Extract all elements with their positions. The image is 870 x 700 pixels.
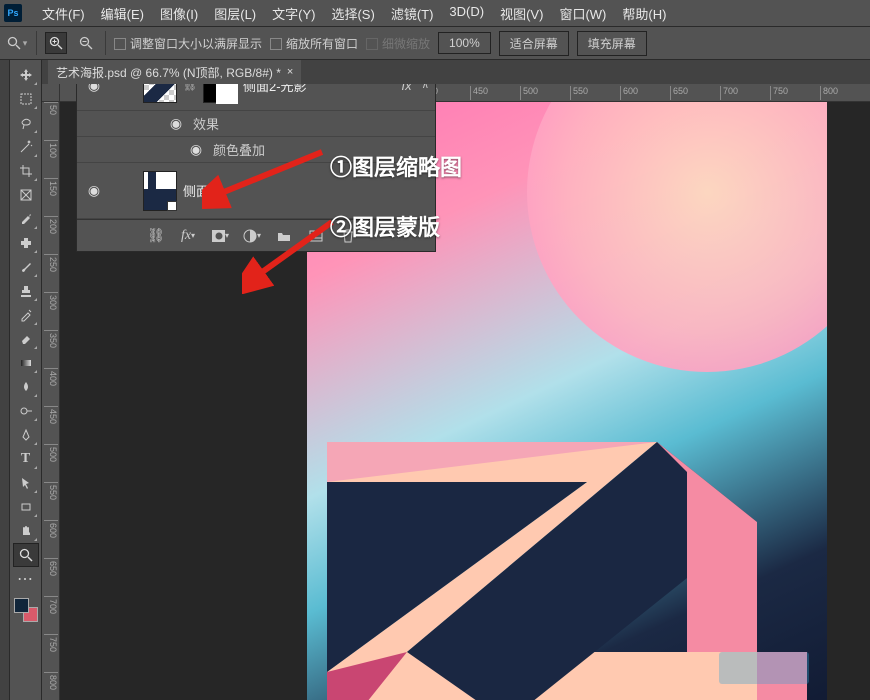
blur-tool[interactable] — [14, 376, 38, 398]
eyedropper-tool[interactable] — [14, 208, 38, 230]
document-tab[interactable]: 艺术海报.psd @ 66.7% (N顶部, RGB/8#) * × — [48, 60, 301, 85]
visibility-toggle-icon[interactable]: ◉ — [167, 115, 185, 132]
menu-help[interactable]: 帮助(H) — [614, 0, 674, 27]
side-gutter — [0, 60, 10, 700]
edit-toolbar[interactable]: ⋯ — [14, 568, 38, 590]
annotation-2: ②图层蒙版 — [330, 210, 440, 242]
options-bar: ▾ 调整窗口大小以满屏显示 缩放所有窗口 细微缩放 100% 适合屏幕 填充屏幕 — [0, 26, 870, 60]
fill-screen-button[interactable]: 填充屏幕 — [577, 31, 647, 56]
zoom-all-checkbox[interactable]: 缩放所有窗口 — [270, 35, 358, 52]
lasso-tool[interactable] — [14, 112, 38, 134]
resize-window-checkbox[interactable]: 调整窗口大小以满屏显示 — [114, 35, 262, 52]
hand-tool[interactable] — [14, 520, 38, 542]
tool-preset-icon[interactable]: ▾ — [6, 32, 28, 54]
app-icon: Ps — [4, 4, 22, 22]
add-mask-icon[interactable]: ▾ — [211, 227, 229, 245]
toolbox: T ⋯ — [10, 60, 42, 700]
layer-name[interactable]: 侧面2-光影 — [243, 84, 396, 95]
canvas-art-letter — [327, 322, 807, 700]
mask-link-icon[interactable]: ⛓ — [183, 84, 197, 92]
scrubby-zoom-checkbox: 细微缩放 — [366, 35, 430, 52]
stamp-tool[interactable] — [14, 280, 38, 302]
layer-style-icon[interactable]: fx▾ — [179, 227, 197, 245]
color-swatches[interactable] — [14, 598, 38, 622]
menu-window[interactable]: 窗口(W) — [551, 0, 614, 27]
menu-3d[interactable]: 3D(D) — [441, 0, 492, 27]
arrow-2 — [242, 214, 342, 294]
gradient-tool[interactable] — [14, 352, 38, 374]
menu-type[interactable]: 文字(Y) — [264, 0, 323, 27]
layer-thumbnail[interactable] — [143, 171, 177, 211]
menubar: Ps 文件(F) 编辑(E) 图像(I) 图层(L) 文字(Y) 选择(S) 滤… — [0, 0, 870, 26]
menu-view[interactable]: 视图(V) — [492, 0, 551, 27]
effects-row[interactable]: ◉ 效果 — [77, 111, 435, 137]
menu-file[interactable]: 文件(F) — [34, 0, 93, 27]
ruler-corner — [42, 84, 60, 102]
wand-tool[interactable] — [14, 136, 38, 158]
layer-mask-thumbnail[interactable] — [203, 84, 237, 103]
eraser-tool[interactable] — [14, 328, 38, 350]
tab-label: 艺术海报.psd @ 66.7% (N顶部, RGB/8#) * — [56, 64, 281, 81]
pen-tool[interactable] — [14, 424, 38, 446]
expand-icon[interactable]: ∧ — [422, 84, 429, 91]
layer-thumbnail[interactable] — [143, 84, 177, 103]
visibility-toggle-icon[interactable]: ◉ — [83, 182, 105, 199]
visibility-toggle-icon[interactable]: ◉ — [83, 84, 105, 94]
menu-edit[interactable]: 编辑(E) — [93, 0, 152, 27]
move-tool[interactable] — [14, 64, 38, 86]
tab-close-icon[interactable]: × — [287, 66, 293, 78]
arrow-1 — [202, 140, 332, 210]
dodge-tool[interactable] — [14, 400, 38, 422]
annotation-1: ①图层缩略图 — [330, 150, 462, 182]
main-menu: 文件(F) 编辑(E) 图像(I) 图层(L) 文字(Y) 选择(S) 滤镜(T… — [34, 0, 674, 27]
smart-object-badge-icon — [167, 201, 177, 211]
menu-filter[interactable]: 滤镜(T) — [383, 0, 442, 27]
frame-tool[interactable] — [14, 184, 38, 206]
rectangle-tool[interactable] — [14, 496, 38, 518]
type-tool[interactable]: T — [14, 448, 38, 470]
marquee-tool[interactable] — [14, 88, 38, 110]
fit-screen-button[interactable]: 适合屏幕 — [499, 31, 569, 56]
link-layers-icon[interactable]: ⛓ — [147, 227, 165, 245]
ruler-vertical: 5010015020025030035040045050055060065070… — [42, 102, 60, 700]
crop-tool[interactable] — [14, 160, 38, 182]
menu-layer[interactable]: 图层(L) — [206, 0, 264, 27]
menu-image[interactable]: 图像(I) — [152, 0, 206, 27]
layer-row-1[interactable]: ◉ ⛓ 侧面2-光影 fx ∧ — [77, 84, 435, 111]
effects-label: 效果 — [193, 114, 219, 133]
zoom-tool[interactable] — [14, 544, 38, 566]
zoom-100-button[interactable]: 100% — [438, 32, 491, 54]
menu-select[interactable]: 选择(S) — [323, 0, 382, 27]
healing-tool[interactable] — [14, 232, 38, 254]
zoom-in-button[interactable] — [45, 32, 67, 54]
watermark — [719, 652, 809, 684]
document-tabs: 艺术海报.psd @ 66.7% (N顶部, RGB/8#) * × — [42, 60, 870, 84]
brush-tool[interactable] — [14, 256, 38, 278]
fx-badge[interactable]: fx — [402, 84, 412, 93]
path-select-tool[interactable] — [14, 472, 38, 494]
history-brush-tool[interactable] — [14, 304, 38, 326]
zoom-out-button[interactable] — [75, 32, 97, 54]
